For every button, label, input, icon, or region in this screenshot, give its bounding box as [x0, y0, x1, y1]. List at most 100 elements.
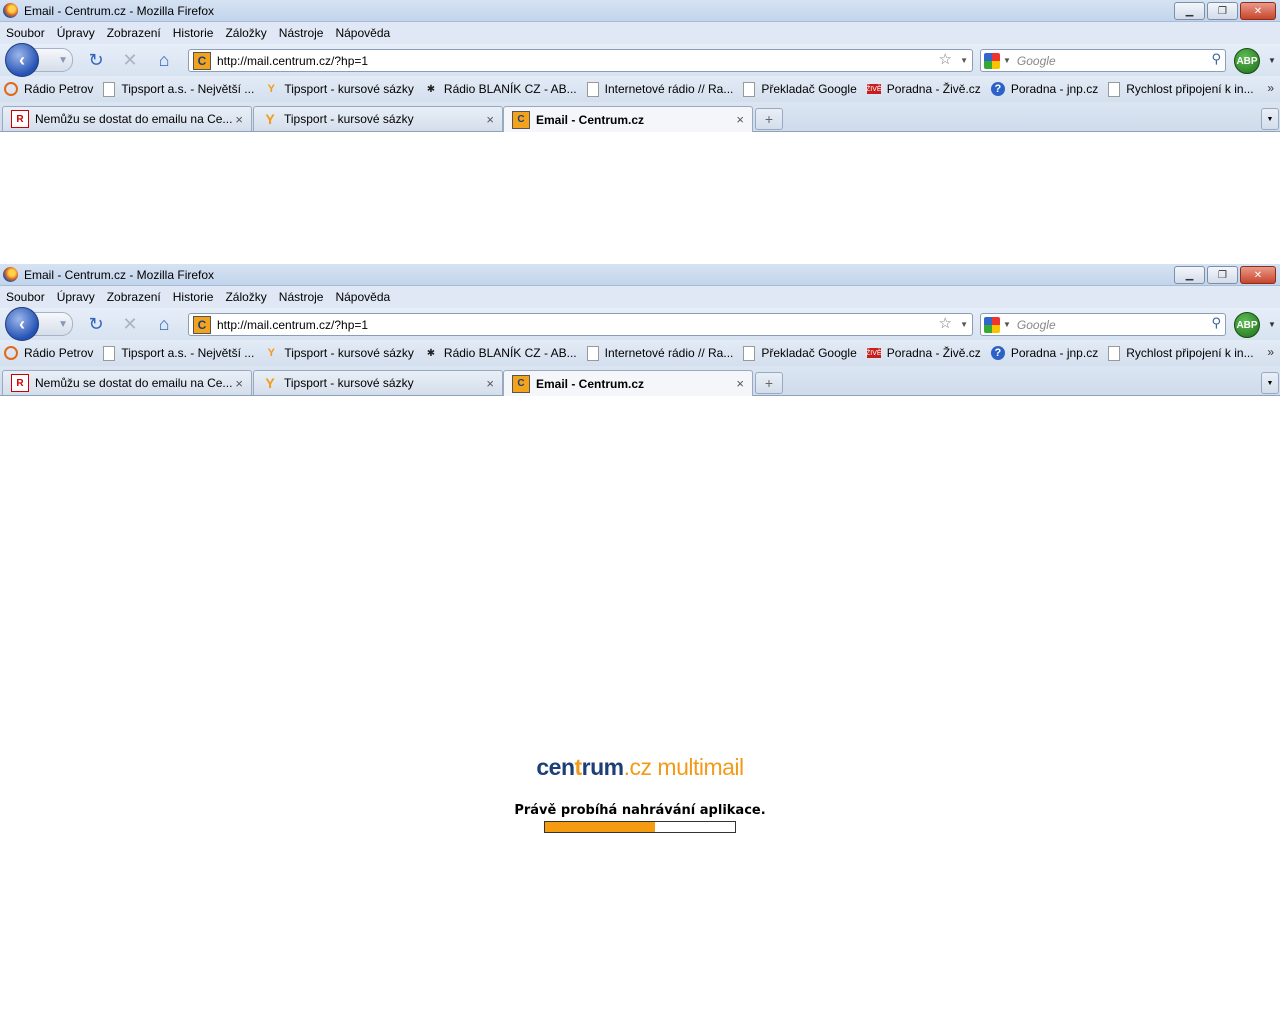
search-icon[interactable]: ⚲ [1211, 315, 1221, 331]
search-input[interactable]: Google [1017, 318, 1056, 332]
bookmark-poradna-jnp[interactable]: ? Poradna - jnp.cz [990, 82, 1098, 96]
menu-napoveda[interactable]: Nápověda [335, 26, 390, 40]
tipsport-favicon-icon: Y [265, 375, 275, 391]
menu-zobrazeni[interactable]: Zobrazení [107, 290, 161, 304]
tab-close-icon[interactable]: × [486, 112, 494, 127]
tab-close-icon[interactable]: × [736, 376, 744, 391]
bookmarks-overflow-icon[interactable]: » [1267, 345, 1274, 359]
menu-zalozky[interactable]: Záložky [225, 290, 266, 304]
bookmark-radio-blanik[interactable]: ✱ Rádio BLANÍK CZ - AB... [424, 346, 577, 360]
maximize-button[interactable]: ❐ [1207, 2, 1238, 20]
bookmark-poradna-zive[interactable]: ŽIVĚ Poradna - Živě.cz [866, 346, 981, 360]
stop-button[interactable]: ✕ [119, 49, 141, 71]
bookmark-radio-blanik[interactable]: ✱ Rádio BLANÍK CZ - AB... [424, 82, 577, 96]
tab-nemuzu[interactable]: R Nemůžu se dostat do emailu na Ce... × [2, 370, 252, 395]
bookmark-radio-petrov[interactable]: Rádio Petrov [4, 346, 93, 360]
google-engine-icon[interactable] [984, 52, 1000, 69]
tab-email-centrum[interactable]: C Email - Centrum.cz × [503, 370, 753, 396]
tipsport-icon: Y [267, 83, 275, 95]
tab-close-icon[interactable]: × [235, 112, 243, 127]
back-button[interactable]: ‹ [5, 43, 39, 77]
adblock-dropdown-icon[interactable]: ▼ [1268, 320, 1276, 329]
tab-close-icon[interactable]: × [736, 112, 744, 127]
adblock-plus-button[interactable]: ABP [1234, 312, 1260, 338]
bookmark-internetove-radio[interactable]: Internetové rádio // Ra... [586, 81, 733, 97]
bookmark-rychlost-pripojeni[interactable]: Rychlost připojení k in... [1108, 81, 1254, 97]
tab-list-dropdown-icon[interactable]: ▼ [1261, 108, 1279, 130]
bookmark-tipsport-as[interactable]: Tipsport a.s. - Největší ... [103, 81, 255, 97]
new-tab-button[interactable]: + [755, 372, 783, 394]
menu-historie[interactable]: Historie [173, 290, 214, 304]
search-bar[interactable]: ▼ Google ⚲ [980, 313, 1226, 336]
tab-strip: R Nemůžu se dostat do emailu na Ce... × … [0, 102, 1280, 132]
url-history-dropdown-icon[interactable]: ▼ [960, 56, 968, 65]
menu-historie[interactable]: Historie [173, 26, 214, 40]
menu-napoveda[interactable]: Nápověda [335, 290, 390, 304]
close-button[interactable]: ✕ [1240, 266, 1276, 284]
bookmarks-toolbar: Rádio Petrov Tipsport a.s. - Největší ..… [0, 76, 1280, 102]
bookmark-rychlost-pripojeni[interactable]: Rychlost připojení k in... [1108, 345, 1254, 361]
bookmarks-overflow-icon[interactable]: » [1267, 81, 1274, 95]
close-button[interactable]: ✕ [1240, 2, 1276, 20]
firefox-icon [3, 267, 18, 282]
bookmark-tipsport-as[interactable]: Tipsport a.s. - Největší ... [103, 345, 254, 361]
bookmark-star-icon[interactable]: ☆ [939, 50, 952, 68]
loading-progress-bar [544, 821, 736, 833]
tab-nemuzu[interactable]: R Nemůžu se dostat do emailu na Ce... × [2, 106, 252, 131]
url-history-dropdown-icon[interactable]: ▼ [960, 320, 968, 329]
tab-tipsport[interactable]: Y Tipsport - kursové sázky × [253, 370, 503, 395]
menu-nastroje[interactable]: Nástroje [279, 26, 324, 40]
tab-label: Email - Centrum.cz [536, 112, 645, 127]
bookmark-star-icon[interactable]: ☆ [939, 314, 952, 332]
tab-label: Tipsport - kursové sázky [284, 376, 414, 390]
bookmark-label: Internetové rádio // Ra... [604, 346, 734, 360]
menu-soubor[interactable]: Soubor [6, 26, 45, 40]
blanik-icon: ✱ [426, 347, 436, 359]
back-button[interactable]: ‹ [5, 307, 39, 341]
tab-list-dropdown-icon[interactable]: ▼ [1261, 372, 1279, 394]
bookmark-internetove-radio[interactable]: Internetové rádio // Ra... [586, 345, 734, 361]
window-title: Email - Centrum.cz - Mozilla Firefox [24, 267, 215, 282]
bookmark-label: Tipsport - kursové sázky [284, 82, 414, 96]
search-bar[interactable]: ▼ Google ⚲ [980, 49, 1226, 72]
stop-button[interactable]: ✕ [119, 313, 141, 335]
reload-button[interactable]: ↻ [85, 49, 107, 71]
home-button[interactable]: ⌂ [153, 313, 175, 335]
menu-soubor[interactable]: Soubor [6, 290, 45, 304]
home-button[interactable]: ⌂ [153, 49, 175, 71]
url-bar[interactable]: C http://mail.centrum.cz/?hp=1 ☆ ▼ [188, 313, 973, 336]
bookmark-tipsport-sazky[interactable]: Y Tipsport - kursové sázky [264, 346, 414, 360]
url-text[interactable]: http://mail.centrum.cz/?hp=1 [217, 54, 368, 68]
bookmark-label: Tipsport a.s. - Největší ... [121, 82, 255, 96]
bookmark-poradna-jnp[interactable]: ? Poradna - jnp.cz [990, 346, 1098, 360]
google-engine-icon[interactable] [984, 316, 1000, 333]
engine-dropdown-icon[interactable]: ▼ [1003, 320, 1011, 329]
menu-upravy[interactable]: Úpravy [57, 26, 95, 40]
url-text[interactable]: http://mail.centrum.cz/?hp=1 [217, 318, 368, 332]
search-icon[interactable]: ⚲ [1211, 51, 1221, 67]
menu-zobrazeni[interactable]: Zobrazení [107, 26, 161, 40]
minimize-button[interactable]: ▁ [1174, 2, 1205, 20]
tab-email-centrum[interactable]: C Email - Centrum.cz × [503, 106, 753, 132]
minimize-button[interactable]: ▁ [1174, 266, 1205, 284]
tab-close-icon[interactable]: × [486, 376, 494, 391]
menu-zalozky[interactable]: Záložky [225, 26, 266, 40]
tab-close-icon[interactable]: × [235, 376, 243, 391]
search-input[interactable]: Google [1017, 54, 1056, 68]
bookmark-radio-petrov[interactable]: Rádio Petrov [4, 82, 93, 96]
bookmark-poradna-zive[interactable]: ŽIVĚ Poradna - Živě.cz [866, 82, 981, 96]
page-content-blank [0, 132, 1280, 265]
new-tab-button[interactable]: + [755, 108, 783, 130]
bookmark-tipsport-sazky[interactable]: Y Tipsport - kursové sázky [264, 82, 414, 96]
engine-dropdown-icon[interactable]: ▼ [1003, 56, 1011, 65]
adblock-dropdown-icon[interactable]: ▼ [1268, 56, 1276, 65]
reload-button[interactable]: ↻ [85, 313, 107, 335]
bookmark-prekladac-google[interactable]: Překladač Google [743, 81, 857, 97]
adblock-plus-button[interactable]: ABP [1234, 48, 1260, 74]
tab-tipsport[interactable]: Y Tipsport - kursové sázky × [253, 106, 503, 131]
bookmark-prekladac-google[interactable]: Překladač Google [743, 345, 857, 361]
menu-nastroje[interactable]: Nástroje [279, 290, 324, 304]
menu-upravy[interactable]: Úpravy [57, 290, 95, 304]
maximize-button[interactable]: ❐ [1207, 266, 1238, 284]
url-bar[interactable]: C http://mail.centrum.cz/?hp=1 ☆ ▼ [188, 49, 973, 72]
